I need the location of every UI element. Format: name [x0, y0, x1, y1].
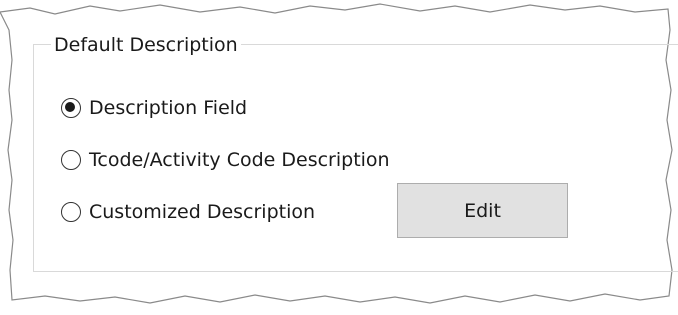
- radio-option-tcode-activity-description[interactable]: Tcode/Activity Code Description: [61, 145, 390, 175]
- radio-label-description-field: Description Field: [89, 97, 248, 119]
- groupbox-title: Default Description: [51, 33, 241, 57]
- radio-button-unselected[interactable]: [61, 150, 81, 170]
- radio-button-unselected[interactable]: [61, 202, 81, 222]
- radio-option-description-field[interactable]: Description Field: [61, 93, 247, 123]
- radio-label-customized-description: Customized Description: [89, 201, 316, 223]
- radio-button-selected[interactable]: [61, 98, 81, 118]
- radio-label-tcode-activity-description: Tcode/Activity Code Description: [89, 149, 390, 171]
- radio-option-customized-description[interactable]: Customized Description: [61, 197, 315, 227]
- screenshot-canvas: Default Description Description Field Tc…: [0, 0, 678, 315]
- edit-button[interactable]: Edit: [397, 183, 568, 238]
